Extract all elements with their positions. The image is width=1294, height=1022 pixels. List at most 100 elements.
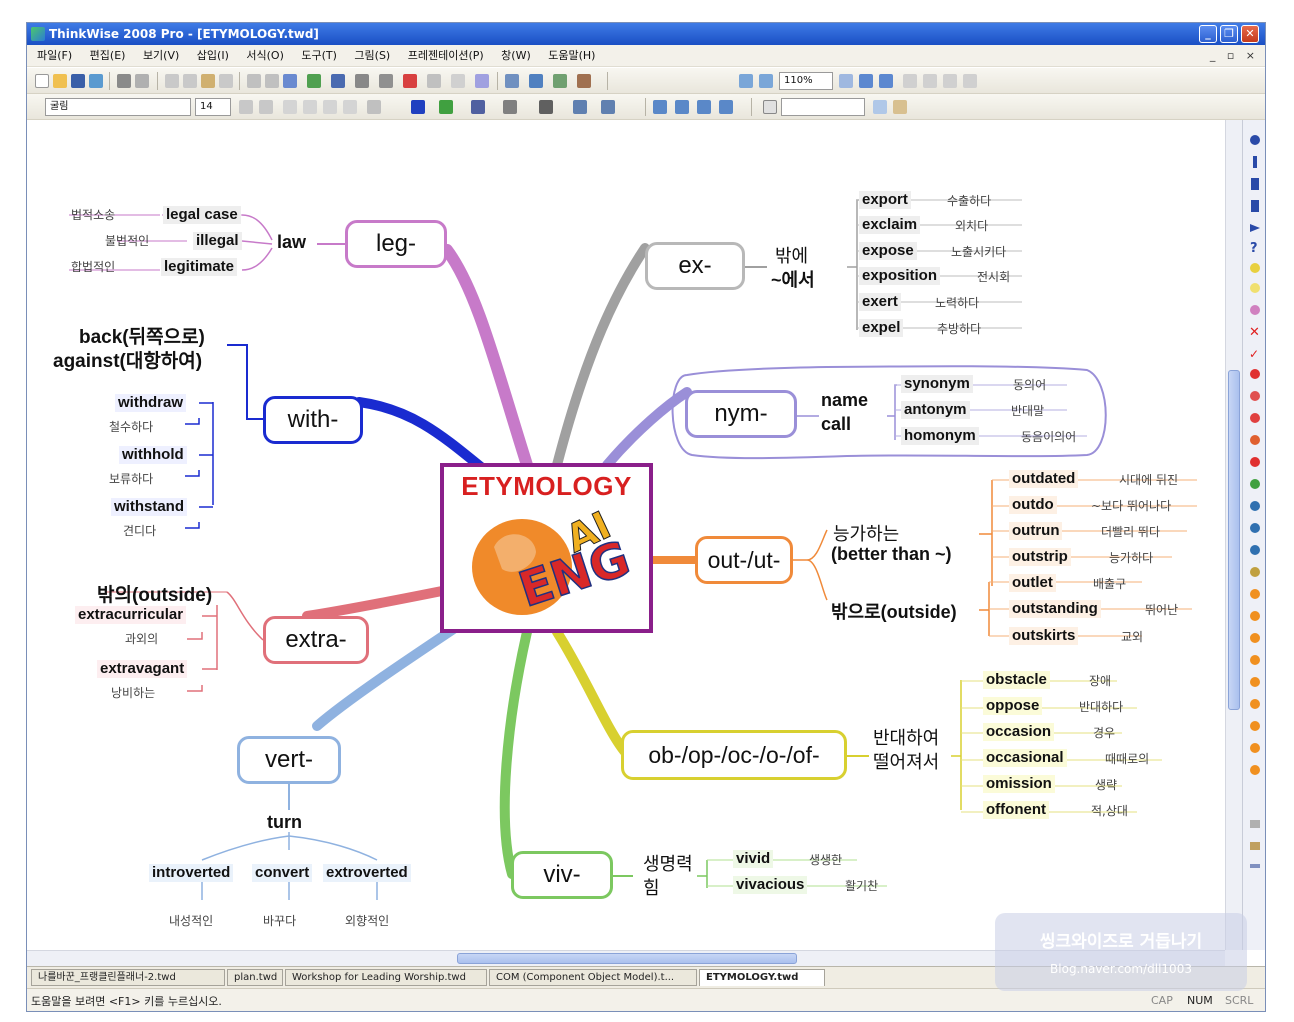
topic-viv[interactable]: viv-: [511, 851, 613, 899]
open-icon[interactable]: [53, 74, 67, 88]
menu-view[interactable]: 보기(V): [136, 45, 186, 67]
out-word-6[interactable]: outstanding: [1009, 600, 1101, 618]
with-meaning-1[interactable]: back(뒤쪽으로): [79, 322, 205, 349]
ob-word-2[interactable]: oppose: [983, 697, 1043, 715]
print-preview-icon[interactable]: [135, 74, 149, 88]
ob-meaning-1[interactable]: 반대하여: [873, 724, 939, 750]
paste-icon[interactable]: [201, 74, 215, 88]
leg-meaning[interactable]: law: [277, 232, 306, 253]
line-style-icon[interactable]: [539, 100, 553, 114]
nav-home-icon[interactable]: [943, 74, 957, 88]
nym-word-2[interactable]: antonym: [901, 401, 970, 419]
fit-icon[interactable]: [839, 74, 853, 88]
select-icon[interactable]: [283, 74, 297, 88]
ex-word-1[interactable]: export: [859, 191, 911, 209]
extra-word-1[interactable]: extracurricular: [75, 606, 187, 624]
cut-icon[interactable]: [165, 74, 179, 88]
home-icon[interactable]: [763, 100, 777, 114]
vertical-scroll-thumb[interactable]: [1228, 370, 1240, 710]
collapse-icon[interactable]: [529, 74, 543, 88]
out-word-1[interactable]: outdated: [1009, 470, 1079, 488]
full-screen-icon[interactable]: [879, 74, 893, 88]
menu-help[interactable]: 도움말(H): [541, 45, 602, 67]
vertical-scrollbar[interactable]: [1225, 120, 1242, 950]
nym-meaning-1[interactable]: name: [821, 390, 868, 411]
with-word-2[interactable]: withhold: [119, 446, 187, 464]
title-bar[interactable]: ThinkWise 2008 Pro - [ETYMOLOGY.twd] _ ❐…: [27, 23, 1265, 45]
ex-word-2[interactable]: exclaim: [859, 216, 921, 234]
center-view-icon[interactable]: [859, 74, 873, 88]
tab-franklin-planner[interactable]: 나를바꾼_프랭클린플래너-2.twd: [31, 969, 225, 986]
relation-icon[interactable]: [355, 74, 369, 88]
nym-meaning-2[interactable]: call: [821, 414, 851, 435]
view-gantt-icon[interactable]: [697, 100, 711, 114]
redo-icon[interactable]: [265, 74, 279, 88]
boundary-icon[interactable]: [427, 74, 441, 88]
out-word-4[interactable]: outstrip: [1009, 548, 1071, 566]
shape-icon[interactable]: [331, 74, 345, 88]
ex-word-4[interactable]: exposition: [859, 267, 941, 285]
central-topic[interactable]: ETYMOLOGY ENG AI: [440, 463, 653, 633]
font-size-select[interactable]: 14: [195, 98, 231, 116]
ob-word-6[interactable]: offonent: [983, 801, 1049, 819]
viv-meaning-1[interactable]: 생명력: [643, 850, 693, 876]
close-button[interactable]: ✕: [1241, 25, 1259, 43]
vert-word-3[interactable]: extroverted: [323, 864, 411, 882]
link-icon[interactable]: [379, 74, 393, 88]
out-meaning-1b[interactable]: (better than ~): [831, 544, 952, 565]
out-word-7[interactable]: outskirts: [1009, 627, 1079, 645]
italic-icon[interactable]: [303, 100, 317, 114]
topic-extra[interactable]: extra-: [263, 616, 369, 664]
topic-ex[interactable]: ex-: [645, 242, 745, 290]
layout-icon[interactable]: [505, 74, 519, 88]
zoom-select[interactable]: 110%: [779, 72, 833, 90]
marker-icons[interactable]: ? ✕ ✓: [1243, 120, 1266, 950]
ob-meaning-2[interactable]: 떨어져서: [873, 748, 939, 774]
extra-word-2[interactable]: extravagant: [97, 660, 188, 678]
undo-icon[interactable]: [247, 74, 261, 88]
grow-font-icon[interactable]: [239, 100, 253, 114]
vert-word-2[interactable]: convert: [252, 864, 313, 882]
delete-icon[interactable]: [475, 74, 489, 88]
save-icon[interactable]: [71, 74, 85, 88]
out-word-5[interactable]: outlet: [1009, 574, 1056, 592]
align-icon[interactable]: [367, 100, 381, 114]
tab-etymology[interactable]: ETYMOLOGY.twd: [699, 969, 825, 986]
strike-icon[interactable]: [323, 100, 337, 114]
bold-icon[interactable]: [283, 100, 297, 114]
underline-icon[interactable]: [343, 100, 357, 114]
shrink-font-icon[interactable]: [259, 100, 273, 114]
vert-word-1[interactable]: introverted: [149, 864, 234, 882]
font-name-select[interactable]: 굴림: [45, 98, 191, 116]
zoom-out-icon[interactable]: [759, 74, 773, 88]
summary-icon[interactable]: [451, 74, 465, 88]
new-icon[interactable]: [35, 74, 49, 88]
with-meaning-2[interactable]: against(대항하여): [53, 346, 202, 373]
topic-nym[interactable]: nym-: [685, 390, 797, 438]
viv-word-2[interactable]: vivacious: [733, 876, 808, 894]
menu-format[interactable]: 서식(O): [239, 45, 290, 67]
nav-refresh-icon[interactable]: [963, 74, 977, 88]
apply-style-icon[interactable]: [873, 100, 887, 114]
leg-word-2[interactable]: illegal: [193, 232, 242, 250]
line-color-icon[interactable]: [471, 100, 485, 114]
nym-word-1[interactable]: synonym: [901, 375, 973, 393]
ex-word-5[interactable]: exert: [859, 293, 901, 311]
topic-vert[interactable]: vert-: [237, 736, 341, 784]
zoom-in-icon[interactable]: [739, 74, 753, 88]
viv-word-1[interactable]: vivid: [733, 850, 774, 868]
out-meaning-2[interactable]: 밖으로(outside): [831, 598, 957, 624]
menu-tools[interactable]: 도구(T): [294, 45, 344, 67]
viv-meaning-2[interactable]: 힘: [643, 874, 660, 900]
ob-word-3[interactable]: occasion: [983, 723, 1055, 741]
mdi-controls[interactable]: _ ▫ ×: [1210, 45, 1259, 67]
ob-word-1[interactable]: obstacle: [983, 671, 1050, 689]
with-word-1[interactable]: withdraw: [115, 394, 187, 412]
topic-out[interactable]: out-/ut-: [695, 536, 793, 584]
menu-presentation[interactable]: 프레젠테이션(P): [401, 45, 491, 67]
theme-icon[interactable]: [893, 100, 907, 114]
view-calendar-icon[interactable]: [719, 100, 733, 114]
mindmap-canvas[interactable]: ETYMOLOGY ENG AI leg- law legal case 법적소…: [27, 120, 1225, 950]
nav-back-icon[interactable]: [903, 74, 917, 88]
out-word-2[interactable]: outdo: [1009, 496, 1057, 514]
